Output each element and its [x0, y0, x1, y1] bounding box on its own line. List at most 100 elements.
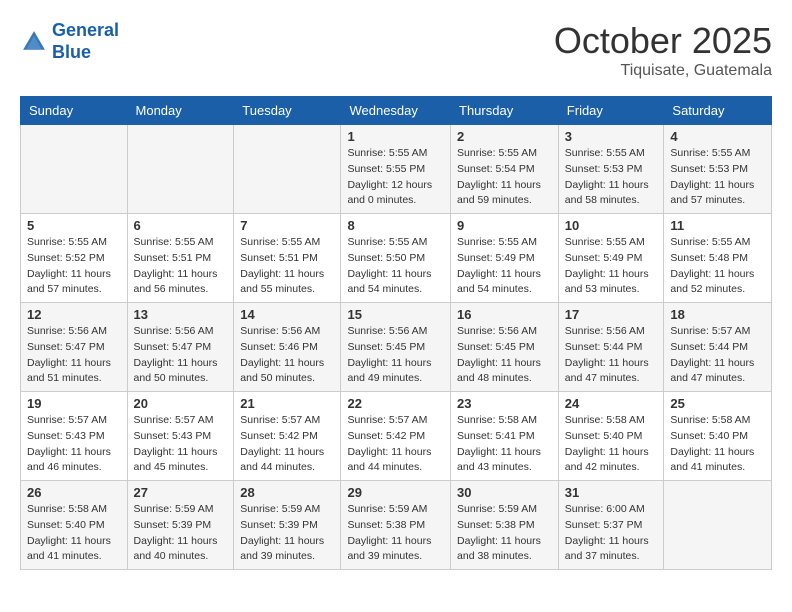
calendar-cell: 14 Sunrise: 5:56 AMSunset: 5:46 PMDayligh… [234, 303, 341, 392]
calendar-cell [234, 125, 341, 214]
calendar-week-row: 5 Sunrise: 5:55 AMSunset: 5:52 PMDaylight… [21, 214, 772, 303]
day-number: 1 [347, 129, 444, 144]
day-info: Sunrise: 5:55 AMSunset: 5:53 PMDaylight:… [565, 146, 658, 209]
day-info: Sunrise: 5:55 AMSunset: 5:49 PMDaylight:… [565, 235, 658, 298]
column-header-sunday: Sunday [21, 97, 128, 125]
day-number: 19 [27, 396, 121, 411]
day-info: Sunrise: 5:57 AMSunset: 5:42 PMDaylight:… [347, 413, 444, 476]
column-header-monday: Monday [127, 97, 234, 125]
day-number: 6 [134, 218, 228, 233]
calendar-cell: 6 Sunrise: 5:55 AMSunset: 5:51 PMDaylight… [127, 214, 234, 303]
calendar-cell: 31 Sunrise: 6:00 AMSunset: 5:37 PMDayligh… [558, 481, 664, 570]
day-number: 31 [565, 485, 658, 500]
column-header-tuesday: Tuesday [234, 97, 341, 125]
day-info: Sunrise: 6:00 AMSunset: 5:37 PMDaylight:… [565, 502, 658, 565]
calendar-week-row: 12Sunrise: 5:56 AMSunset: 5:47 PMDayligh… [21, 303, 772, 392]
day-info: Sunrise: 5:58 AMSunset: 5:40 PMDaylight:… [27, 502, 121, 565]
calendar-week-row: 26 Sunrise: 5:58 AMSunset: 5:40 PMDayligh… [21, 481, 772, 570]
day-number: 11 [670, 218, 765, 233]
calendar-cell: 1 Sunrise: 5:55 AMSunset: 5:55 PMDaylight… [341, 125, 451, 214]
day-number: 22 [347, 396, 444, 411]
month-title: October 2025 [554, 20, 772, 62]
day-number: 15 [347, 307, 444, 322]
day-number: 28 [240, 485, 334, 500]
calendar-body: 1 Sunrise: 5:55 AMSunset: 5:55 PMDaylight… [21, 125, 772, 570]
calendar-cell: 4Sunrise: 5:55 AMSunset: 5:53 PMDaylight… [664, 125, 772, 214]
calendar-cell: 22 Sunrise: 5:57 AMSunset: 5:42 PMDayligh… [341, 392, 451, 481]
day-info: Sunrise: 5:56 AMSunset: 5:47 PMDaylight:… [134, 324, 228, 387]
day-number: 13 [134, 307, 228, 322]
calendar-cell: 29Sunrise: 5:59 AMSunset: 5:38 PMDayligh… [341, 481, 451, 570]
calendar-cell: 12Sunrise: 5:56 AMSunset: 5:47 PMDayligh… [21, 303, 128, 392]
logo-text: General Blue [52, 20, 119, 63]
day-number: 8 [347, 218, 444, 233]
day-number: 17 [565, 307, 658, 322]
day-number: 18 [670, 307, 765, 322]
calendar-week-row: 1 Sunrise: 5:55 AMSunset: 5:55 PMDaylight… [21, 125, 772, 214]
day-number: 24 [565, 396, 658, 411]
day-info: Sunrise: 5:59 AMSunset: 5:39 PMDaylight:… [240, 502, 334, 565]
day-info: Sunrise: 5:55 AMSunset: 5:54 PMDaylight:… [457, 146, 552, 209]
day-info: Sunrise: 5:55 AMSunset: 5:51 PMDaylight:… [134, 235, 228, 298]
column-header-thursday: Thursday [451, 97, 559, 125]
day-number: 25 [670, 396, 765, 411]
day-number: 2 [457, 129, 552, 144]
calendar-cell [127, 125, 234, 214]
calendar-cell: 24 Sunrise: 5:58 AMSunset: 5:40 PMDayligh… [558, 392, 664, 481]
day-number: 5 [27, 218, 121, 233]
calendar-cell: 10 Sunrise: 5:55 AMSunset: 5:49 PMDayligh… [558, 214, 664, 303]
logo-blue: Blue [52, 42, 91, 62]
calendar-cell: 7 Sunrise: 5:55 AMSunset: 5:51 PMDaylight… [234, 214, 341, 303]
day-info: Sunrise: 5:56 AMSunset: 5:44 PMDaylight:… [565, 324, 658, 387]
page-header: General Blue October 2025 Tiquisate, Gua… [20, 20, 772, 80]
calendar-cell: 19 Sunrise: 5:57 AMSunset: 5:43 PMDayligh… [21, 392, 128, 481]
day-info: Sunrise: 5:59 AMSunset: 5:38 PMDaylight:… [457, 502, 552, 565]
day-number: 16 [457, 307, 552, 322]
day-number: 9 [457, 218, 552, 233]
column-header-saturday: Saturday [664, 97, 772, 125]
calendar-cell [664, 481, 772, 570]
calendar-cell: 28 Sunrise: 5:59 AMSunset: 5:39 PMDayligh… [234, 481, 341, 570]
calendar-cell: 15Sunrise: 5:56 AMSunset: 5:45 PMDayligh… [341, 303, 451, 392]
day-info: Sunrise: 5:56 AMSunset: 5:46 PMDaylight:… [240, 324, 334, 387]
calendar-cell: 25 Sunrise: 5:58 AMSunset: 5:40 PMDayligh… [664, 392, 772, 481]
calendar-cell: 3Sunrise: 5:55 AMSunset: 5:53 PMDaylight… [558, 125, 664, 214]
logo-icon [20, 28, 48, 56]
day-number: 26 [27, 485, 121, 500]
day-number: 7 [240, 218, 334, 233]
title-block: October 2025 Tiquisate, Guatemala [554, 20, 772, 80]
day-number: 20 [134, 396, 228, 411]
day-info: Sunrise: 5:59 AMSunset: 5:39 PMDaylight:… [134, 502, 228, 565]
calendar-cell: 2 Sunrise: 5:55 AMSunset: 5:54 PMDaylight… [451, 125, 559, 214]
day-info: Sunrise: 5:55 AMSunset: 5:51 PMDaylight:… [240, 235, 334, 298]
calendar-cell: 26 Sunrise: 5:58 AMSunset: 5:40 PMDayligh… [21, 481, 128, 570]
day-info: Sunrise: 5:57 AMSunset: 5:44 PMDaylight:… [670, 324, 765, 387]
day-number: 21 [240, 396, 334, 411]
calendar-cell: 16 Sunrise: 5:56 AMSunset: 5:45 PMDayligh… [451, 303, 559, 392]
day-info: Sunrise: 5:58 AMSunset: 5:40 PMDaylight:… [670, 413, 765, 476]
day-number: 29 [347, 485, 444, 500]
calendar-cell: 5 Sunrise: 5:55 AMSunset: 5:52 PMDaylight… [21, 214, 128, 303]
calendar-cell: 20Sunrise: 5:57 AMSunset: 5:43 PMDayligh… [127, 392, 234, 481]
calendar-cell: 21Sunrise: 5:57 AMSunset: 5:42 PMDayligh… [234, 392, 341, 481]
calendar-table: SundayMondayTuesdayWednesdayThursdayFrid… [20, 96, 772, 570]
day-info: Sunrise: 5:55 AMSunset: 5:52 PMDaylight:… [27, 235, 121, 298]
day-info: Sunrise: 5:58 AMSunset: 5:40 PMDaylight:… [565, 413, 658, 476]
day-info: Sunrise: 5:57 AMSunset: 5:43 PMDaylight:… [27, 413, 121, 476]
calendar-cell: 13 Sunrise: 5:56 AMSunset: 5:47 PMDayligh… [127, 303, 234, 392]
day-info: Sunrise: 5:56 AMSunset: 5:45 PMDaylight:… [457, 324, 552, 387]
calendar-cell: 18 Sunrise: 5:57 AMSunset: 5:44 PMDayligh… [664, 303, 772, 392]
day-info: Sunrise: 5:55 AMSunset: 5:50 PMDaylight:… [347, 235, 444, 298]
calendar-cell: 17 Sunrise: 5:56 AMSunset: 5:44 PMDayligh… [558, 303, 664, 392]
calendar-cell: 30Sunrise: 5:59 AMSunset: 5:38 PMDayligh… [451, 481, 559, 570]
calendar-header-row: SundayMondayTuesdayWednesdayThursdayFrid… [21, 97, 772, 125]
day-info: Sunrise: 5:55 AMSunset: 5:48 PMDaylight:… [670, 235, 765, 298]
calendar-cell: 8 Sunrise: 5:55 AMSunset: 5:50 PMDaylight… [341, 214, 451, 303]
day-number: 10 [565, 218, 658, 233]
logo-general: General [52, 20, 119, 40]
day-number: 23 [457, 396, 552, 411]
calendar-cell [21, 125, 128, 214]
day-info: Sunrise: 5:55 AMSunset: 5:55 PMDaylight:… [347, 146, 444, 209]
day-number: 14 [240, 307, 334, 322]
calendar-week-row: 19 Sunrise: 5:57 AMSunset: 5:43 PMDayligh… [21, 392, 772, 481]
